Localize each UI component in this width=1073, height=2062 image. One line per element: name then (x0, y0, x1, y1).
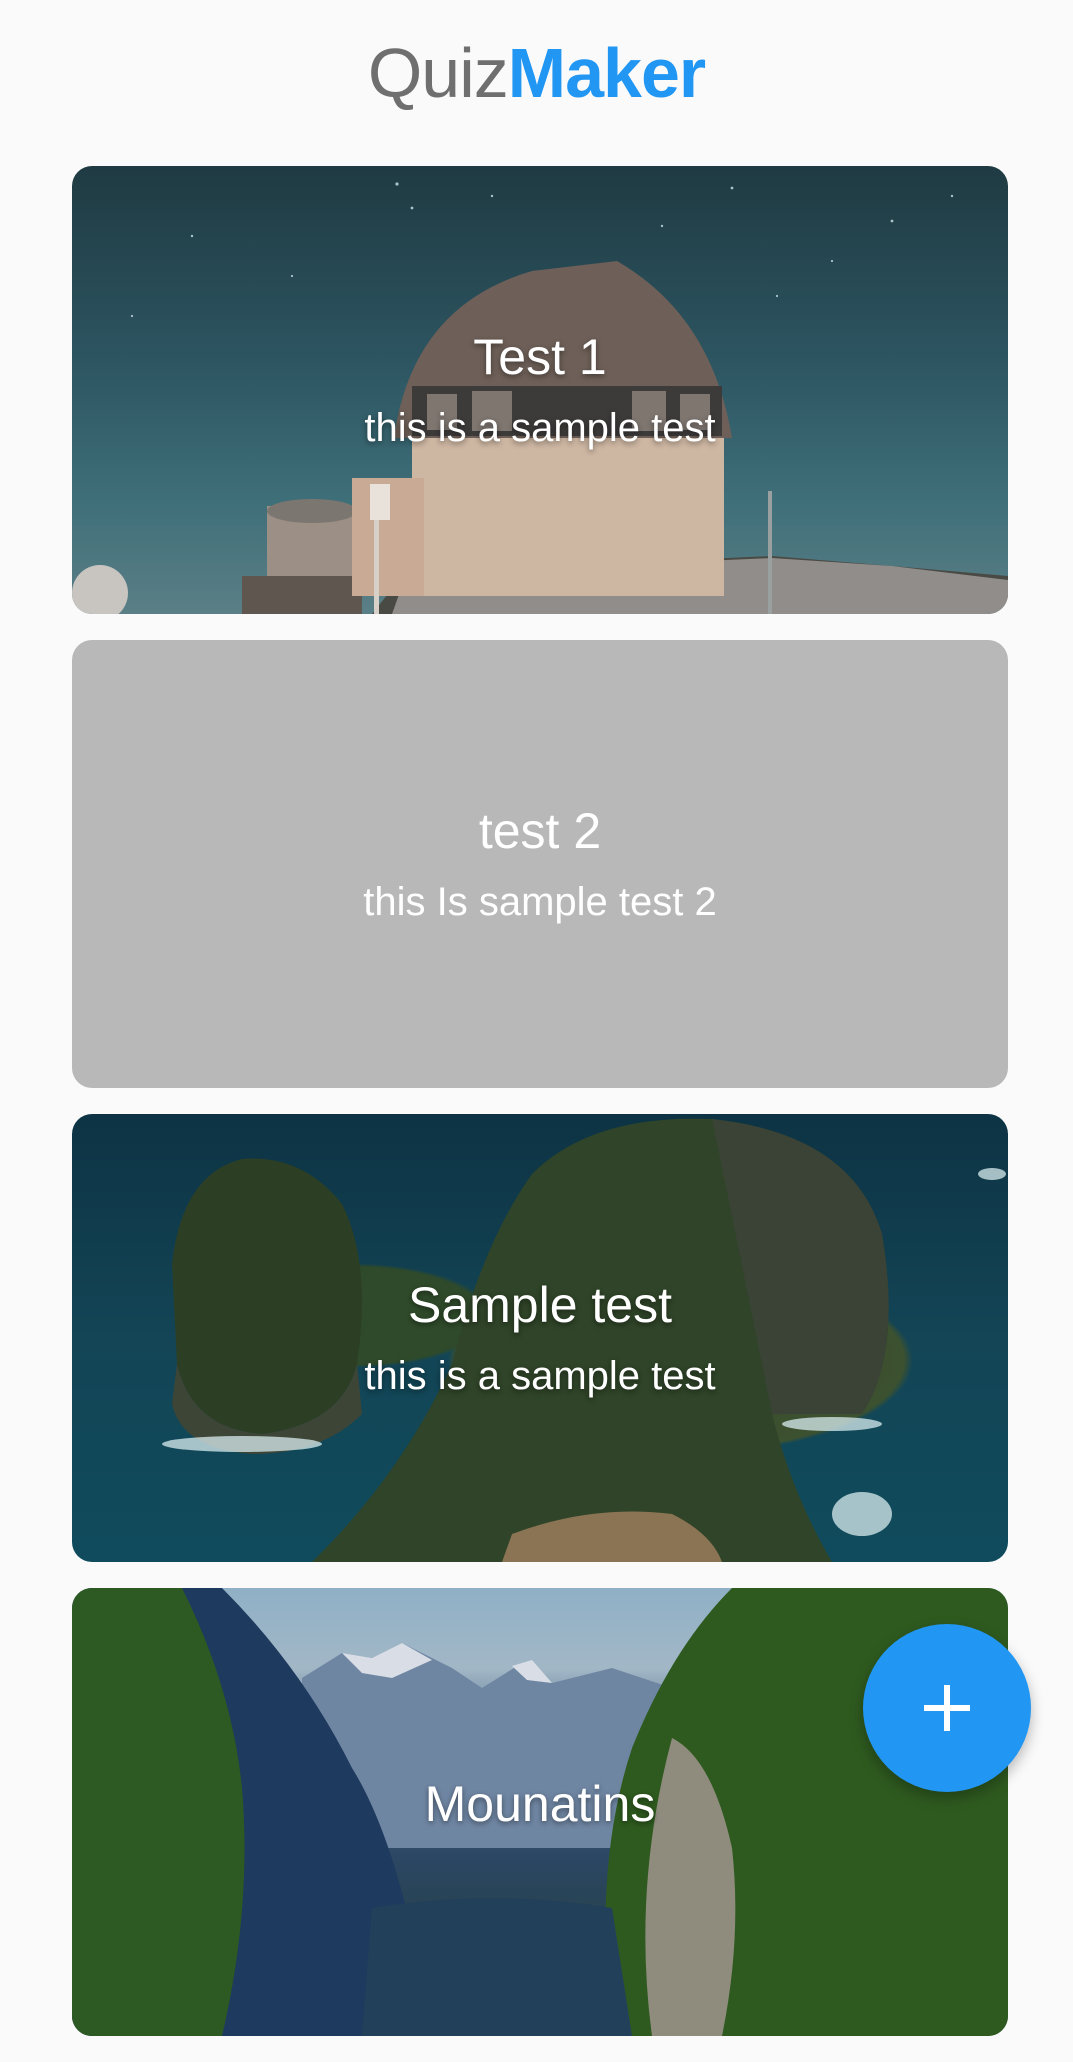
quiz-title: Test 1 (473, 329, 607, 385)
quiz-card-text: test 2 this Is sample test 2 (72, 640, 1008, 1088)
quiz-list: Test 1 this is a sample test test 2 this… (72, 166, 1008, 2062)
quiz-card[interactable]: Sample test this is a sample test (72, 1114, 1008, 1562)
quiz-description: this Is sample test 2 (363, 880, 717, 924)
quiz-card-text: Test 1 this is a sample test (72, 166, 1008, 614)
quiz-title: test 2 (478, 803, 602, 859)
app-title: QuizMaker (0, 32, 1073, 114)
quiz-description: this is a sample test (364, 406, 716, 450)
quiz-card[interactable]: test 2 this Is sample test 2 (72, 640, 1008, 1088)
quiz-title: Sample test (407, 1277, 672, 1333)
add-quiz-button[interactable] (863, 1624, 1031, 1792)
quiz-card[interactable]: Test 1 this is a sample test (72, 166, 1008, 614)
quiz-card-text: Sample test this is a sample test (72, 1114, 1008, 1562)
app-title-quiz: Quiz (367, 34, 509, 112)
quiz-description: this is a sample test (364, 1354, 716, 1398)
quiz-card[interactable]: Mounatins (72, 1588, 1008, 2036)
plus-icon (924, 1685, 970, 1731)
quiz-title: Mounatins (424, 1776, 656, 1832)
quiz-card-text: Mounatins (72, 1588, 1008, 2036)
app-title-maker: Maker (507, 34, 706, 112)
